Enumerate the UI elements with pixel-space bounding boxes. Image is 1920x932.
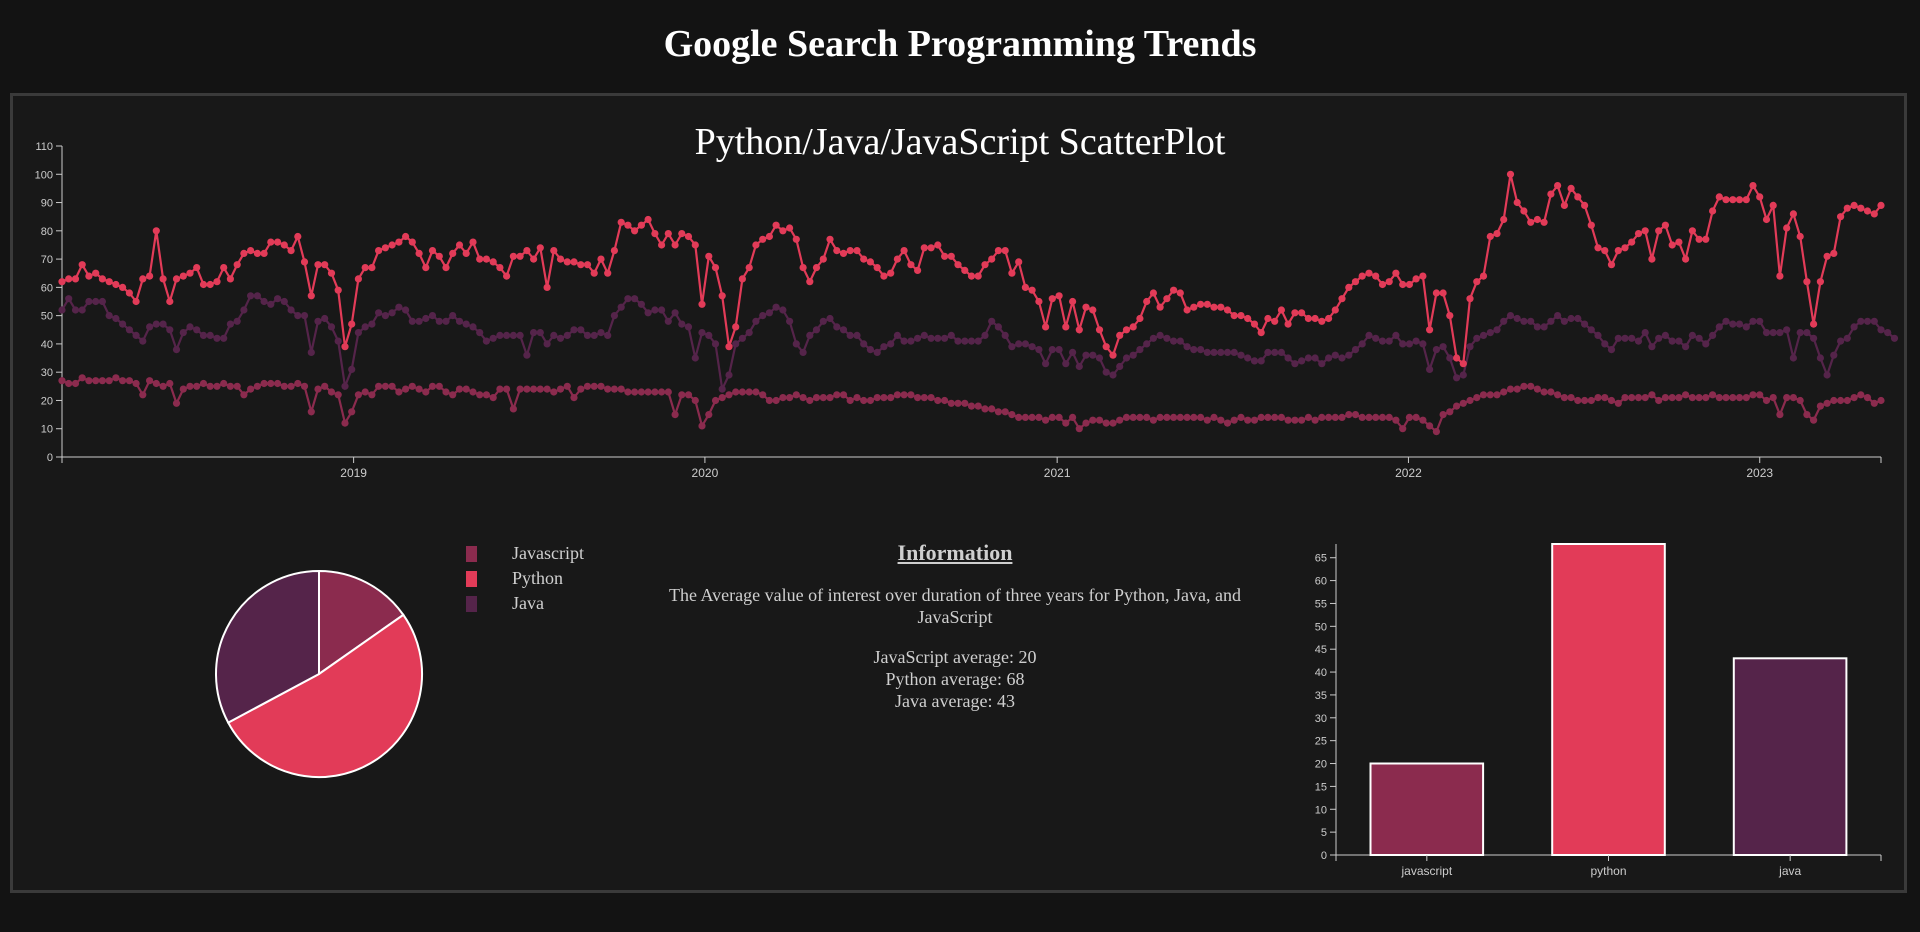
bar-y-tick-label: 40 (1315, 667, 1327, 679)
bar-y-tick-label: 0 (1321, 850, 1327, 862)
bar-y-tick-label: 65 (1315, 553, 1327, 565)
bar-x-tick-label: python (1590, 864, 1626, 878)
bar-y-tick-label: 25 (1315, 736, 1327, 748)
bar-java (1732, 657, 1848, 856)
bar-y-tick-label: 45 (1315, 644, 1327, 656)
bar-y-tick-label: 20 (1315, 759, 1327, 771)
bar-x-tick-label: java (1778, 864, 1801, 878)
bar-javascript (1369, 762, 1485, 856)
bar-chart: 0 5 10 15 20 25 30 35 40 45 50 55 60 65 javascript pyth… (1315, 543, 1882, 878)
bar-y-tick-label: 5 (1321, 827, 1327, 839)
bar-y-tick-label: 50 (1315, 621, 1327, 633)
bar-y-tick-label: 15 (1315, 781, 1327, 793)
bar-y-tick-label: 55 (1315, 598, 1327, 610)
bar-y-tick-label: 35 (1315, 690, 1327, 702)
bar-x-tick-label: javascript (1400, 864, 1452, 878)
bar-y-tick-label: 10 (1315, 804, 1327, 816)
bar-python (1551, 543, 1666, 856)
bar-y-tick-label: 30 (1315, 713, 1327, 725)
bar-y-tick-label: 60 (1315, 576, 1327, 588)
